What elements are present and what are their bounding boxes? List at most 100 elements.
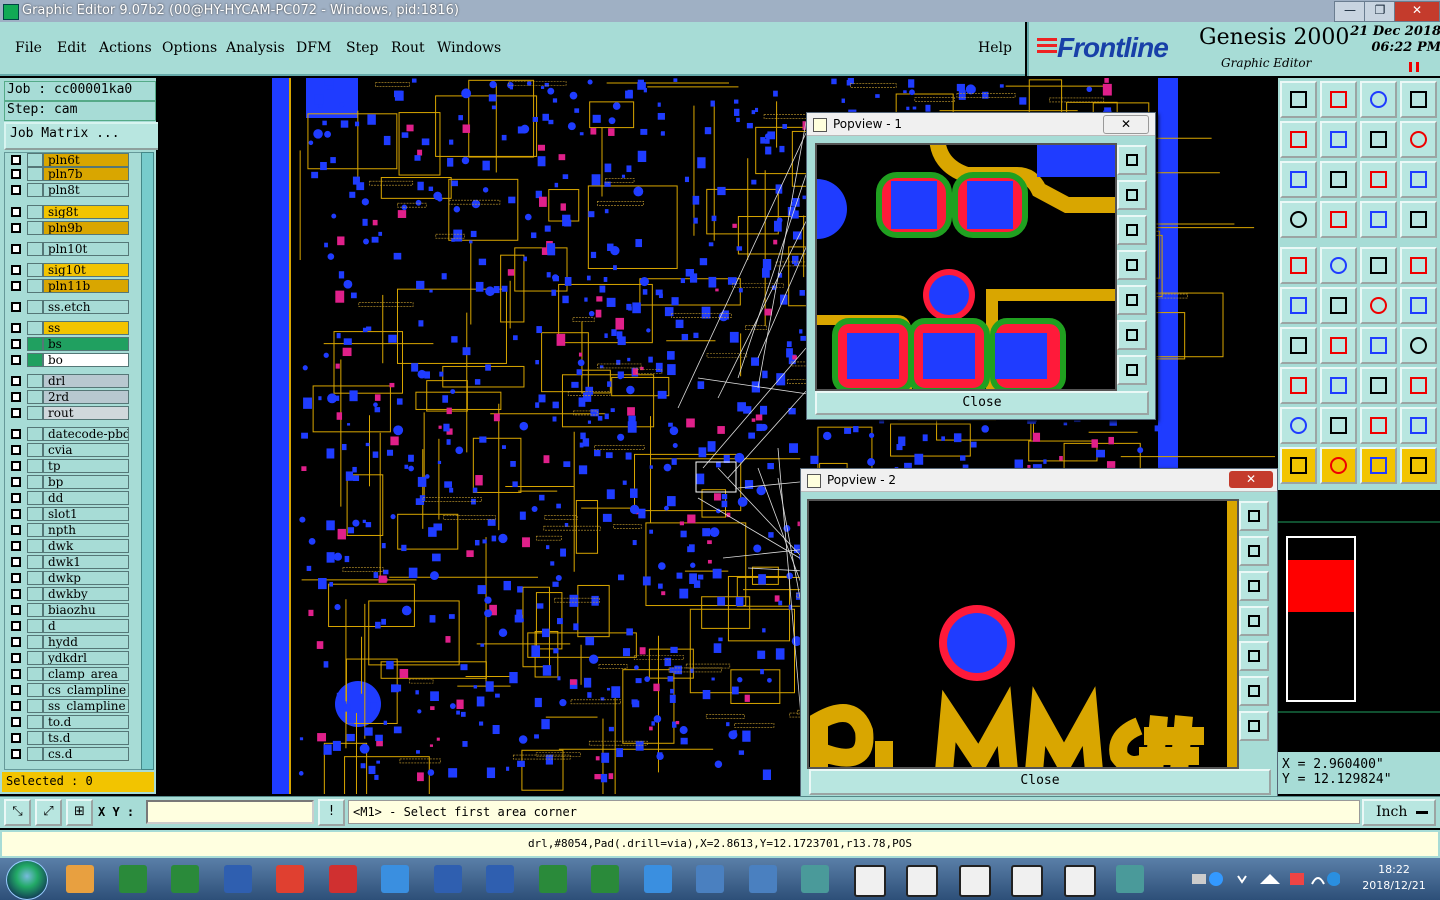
layer-checkbox[interactable] [11, 493, 21, 503]
layer-name[interactable]: ss_clampline [43, 699, 129, 713]
layer-checkbox[interactable] [11, 445, 21, 455]
layer-name[interactable]: clamp_area [43, 667, 129, 681]
window-title-bar[interactable]: Graphic Editor 9.07b2 (00@HY-HYCAM-PC072… [0, 0, 1440, 22]
layer-checkbox[interactable] [11, 525, 21, 535]
taskbar-genesis-icon[interactable] [111, 862, 155, 896]
layer-row-datecode-pbd[interactable]: datecode-pbd [7, 427, 129, 441]
line-icon[interactable] [1280, 327, 1317, 364]
triangle1-icon[interactable] [1280, 407, 1317, 444]
zoom-center-icon[interactable] [1320, 161, 1357, 198]
layer-name[interactable]: sig10t [43, 263, 129, 277]
layer-row-ts-d[interactable]: ts.d [7, 731, 129, 745]
layer-name[interactable]: dwk1 [43, 555, 129, 569]
layer-checkbox[interactable] [11, 223, 21, 233]
layer-checkbox[interactable] [11, 429, 21, 439]
popview-1-canvas[interactable] [815, 143, 1117, 391]
layer-row-ydkdrl[interactable]: ydkdrl [7, 651, 129, 665]
start-button[interactable] [6, 860, 48, 900]
layer-color-swatch[interactable] [27, 300, 43, 314]
layer-row-bs[interactable]: bs [7, 337, 129, 351]
line2-icon[interactable] [1320, 327, 1357, 364]
layer-name[interactable]: cs_clampline [43, 683, 129, 697]
layer-checkbox[interactable] [11, 302, 21, 312]
popview-2-window[interactable]: Popview - 2 ✕ Close [800, 468, 1278, 800]
pan-right-icon[interactable] [1117, 285, 1147, 315]
menu-file[interactable]: File [15, 40, 42, 56]
layer-row-sig8t[interactable]: sig8t [7, 205, 129, 219]
popview-2-close-x[interactable]: ✕ [1229, 471, 1273, 488]
layer-name[interactable]: tp [43, 459, 129, 473]
layer-color-swatch[interactable] [27, 555, 43, 569]
layer-color-swatch[interactable] [27, 475, 43, 489]
fit-icon[interactable] [1117, 145, 1147, 175]
taskbar-finder-icon[interactable] [58, 862, 102, 896]
layer-checkbox[interactable] [11, 477, 21, 487]
layer-row-sig10t[interactable]: sig10t [7, 263, 129, 277]
layer-name[interactable]: bp [43, 475, 129, 489]
layer-color-swatch[interactable] [27, 715, 43, 729]
net-icon[interactable] [1280, 201, 1317, 238]
layer-color-swatch[interactable] [27, 263, 43, 277]
layer-name[interactable]: bs [43, 337, 129, 351]
layer-name[interactable]: hydd [43, 635, 129, 649]
bar-icon[interactable] [1320, 367, 1357, 404]
ruler-icon[interactable] [1360, 247, 1397, 284]
popview-2-title-bar[interactable]: Popview - 2 [801, 469, 1277, 492]
layer-row-pln6t[interactable]: pln6t [7, 153, 129, 167]
triangle4-icon[interactable] [1400, 407, 1437, 444]
menu-rout[interactable]: Rout [391, 40, 425, 56]
route-alt-icon[interactable] [1400, 287, 1437, 324]
layer-color-swatch[interactable] [27, 571, 43, 585]
layer-row-ss-etch[interactable]: ss.etch [7, 300, 129, 314]
layer-row-drl[interactable]: drl [7, 374, 129, 388]
taskbar-x-window3-icon[interactable] [951, 862, 995, 897]
layer-row-clamp-area[interactable]: clamp_area [7, 667, 129, 681]
layer-color-swatch[interactable] [27, 167, 43, 181]
layer-name[interactable]: datecode-pbd [43, 427, 129, 441]
layer-color-swatch[interactable] [27, 337, 43, 351]
layer-name[interactable]: ts.d [43, 731, 129, 745]
rotate-icon[interactable] [1360, 327, 1397, 364]
layer-row-slot1[interactable]: slot1 [7, 507, 129, 521]
pad-icon[interactable] [1400, 247, 1437, 284]
taskbar-app-red-icon[interactable] [268, 862, 312, 896]
taskbar-monitor2-icon[interactable] [741, 862, 785, 896]
layer-color-swatch[interactable] [27, 699, 43, 713]
layer-name[interactable]: dwk [43, 539, 129, 553]
pointer-icon[interactable] [1280, 447, 1317, 484]
taskbar-ie-icon[interactable] [373, 862, 417, 896]
layer-color-swatch[interactable] [27, 651, 43, 665]
taskbar-x-window-icon[interactable] [846, 862, 890, 897]
cross-icon[interactable] [1320, 287, 1357, 324]
layer-checkbox[interactable] [11, 392, 21, 402]
merge-icon[interactable] [1400, 367, 1437, 404]
popview-1-close-button[interactable]: Close [815, 391, 1149, 415]
layer-row-pln9b[interactable]: pln9b [7, 221, 129, 235]
layer-row-npth[interactable]: npth [7, 523, 129, 537]
layer-checkbox[interactable] [11, 155, 21, 165]
layer-name[interactable]: pln8t [43, 183, 129, 197]
layer-name[interactable]: ss.etch [43, 300, 129, 314]
pointer2-icon[interactable] [1320, 447, 1357, 484]
layer-name[interactable]: d [43, 619, 129, 633]
layer-checkbox[interactable] [11, 685, 21, 695]
taskbar-eye-icon[interactable] [793, 862, 837, 896]
layer-name[interactable]: 2rd [43, 390, 129, 404]
layer-list[interactable]: pln6t pln7b pln8t sig8t pln9b pln10t sig10t pln… [4, 152, 142, 770]
layer-name[interactable]: biaozhu [43, 603, 129, 617]
pan-down-icon[interactable] [1117, 215, 1147, 245]
layer-row-d[interactable]: d [7, 619, 129, 633]
layer-checkbox[interactable] [11, 509, 21, 519]
layer-checkbox[interactable] [11, 207, 21, 217]
pan-right-icon[interactable] [1320, 121, 1357, 158]
pan-left-icon[interactable] [1117, 250, 1147, 280]
menu-edit[interactable]: Edit [57, 40, 86, 56]
snap-icon[interactable] [1400, 121, 1437, 158]
layer-checkbox[interactable] [11, 339, 21, 349]
layer-name[interactable]: dwkby [43, 587, 129, 601]
grid-snap-icon[interactable]: ⊞ [66, 799, 93, 826]
overview-preview[interactable] [1278, 492, 1440, 752]
taskbar-word-icon[interactable] [426, 862, 470, 896]
layer-checkbox[interactable] [11, 749, 21, 759]
layer-checkbox[interactable] [11, 589, 21, 599]
